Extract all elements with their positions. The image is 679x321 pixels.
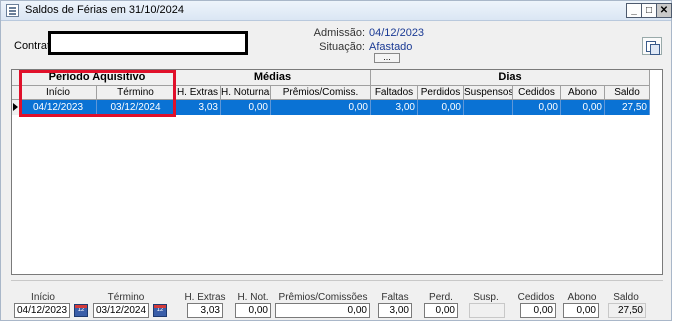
maximize-icon: □	[645, 5, 653, 16]
maximize-button[interactable]: □	[641, 3, 657, 18]
label-saldo: Saldo	[613, 292, 639, 303]
minimize-icon: _	[631, 5, 637, 16]
title-bar[interactable]: Saldos de Férias em 31/10/2024 _ □ ✕	[1, 1, 672, 21]
label-premios: Prêmios/Comissões	[278, 292, 368, 303]
col-faltados[interactable]: Faltados	[371, 86, 418, 100]
inicio-field[interactable]: 04/12/2023	[14, 303, 70, 318]
col-h-extras[interactable]: H. Extras	[175, 86, 221, 100]
close-button[interactable]: ✕	[656, 3, 672, 18]
col-perdidos[interactable]: Perdidos	[418, 86, 464, 100]
label-abono: Abono	[567, 292, 597, 303]
situacao-label: Situação:	[319, 41, 365, 53]
calendar-icon[interactable]: 12	[153, 304, 167, 317]
close-icon: ✕	[659, 5, 669, 16]
cell-saldo[interactable]: 27,50	[605, 100, 650, 115]
cell-faltados[interactable]: 3,00	[371, 100, 418, 115]
details-button[interactable]: ...	[374, 53, 400, 63]
label-inicio: Início	[31, 292, 55, 303]
col-abono[interactable]: Abono	[561, 86, 605, 100]
cell-h-noturnas[interactable]: 0,00	[221, 100, 271, 115]
termino-field[interactable]: 03/12/2024	[93, 303, 149, 318]
label-h-extras: H. Extras	[184, 292, 226, 303]
cedidos-field[interactable]: 0,00	[520, 303, 556, 318]
cell-h-extras[interactable]: 3,03	[175, 100, 221, 115]
saldo-field: 27,50	[608, 303, 646, 318]
calendar-icon[interactable]: 12	[74, 304, 88, 317]
label-termino: Término	[107, 292, 145, 303]
label-faltas: Faltas	[381, 292, 409, 303]
col-cedidos[interactable]: Cedidos	[513, 86, 561, 100]
label-cedidos: Cedidos	[517, 292, 555, 303]
contrato-field[interactable]	[48, 31, 248, 55]
perd-field[interactable]: 0,00	[424, 303, 458, 318]
label-h-not: H. Not.	[237, 292, 269, 303]
h-extras-field[interactable]: 3,03	[187, 303, 223, 318]
saldos-ferias-window: Saldos de Férias em 31/10/2024 _ □ ✕ Con…	[0, 0, 672, 321]
group-dias: Dias	[371, 70, 650, 86]
window-icon	[6, 4, 19, 17]
copy-icon[interactable]	[642, 37, 662, 55]
cell-abono[interactable]: 0,00	[561, 100, 605, 115]
label-perd: Perd.	[429, 292, 453, 303]
divider	[11, 280, 663, 281]
window-title: Saldos de Férias em 31/10/2024	[25, 4, 184, 16]
abono-field[interactable]: 0,00	[563, 303, 599, 318]
admissao-label: Admissão:	[313, 27, 365, 39]
highlight-periodo-aquisitivo	[19, 70, 176, 117]
susp-field	[469, 303, 505, 318]
col-premios[interactable]: Prêmios/Comiss.	[271, 86, 371, 100]
col-saldo[interactable]: Saldo	[605, 86, 650, 100]
admissao-value: 04/12/2023	[369, 27, 425, 39]
col-h-noturnas[interactable]: H. Noturnas	[221, 86, 271, 100]
cell-suspensos[interactable]	[464, 100, 513, 115]
cell-premios[interactable]: 0,00	[271, 100, 371, 115]
label-susp: Susp.	[473, 292, 499, 303]
premios-field[interactable]: 0,00	[275, 303, 370, 318]
minimize-button[interactable]: _	[626, 3, 642, 18]
faltas-field[interactable]: 3,00	[378, 303, 412, 318]
col-suspensos[interactable]: Suspensos	[464, 86, 513, 100]
group-medias: Médias	[175, 70, 371, 86]
cell-cedidos[interactable]: 0,00	[513, 100, 561, 115]
h-not-field[interactable]: 0,00	[235, 303, 271, 318]
cell-perdidos[interactable]: 0,00	[418, 100, 464, 115]
